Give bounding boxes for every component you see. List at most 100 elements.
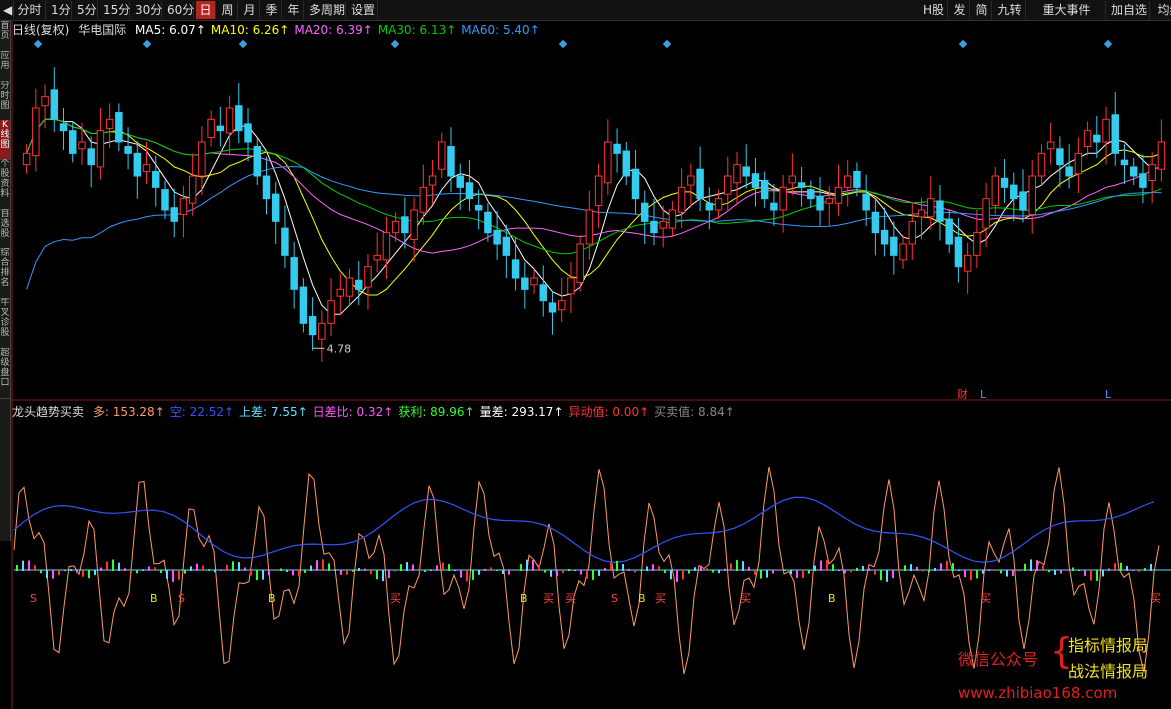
indicator-bar xyxy=(508,570,510,575)
indicator-bar xyxy=(748,567,750,571)
candle-body xyxy=(1120,159,1129,166)
indicator-bar xyxy=(208,569,210,571)
candle-body xyxy=(1148,164,1156,182)
indicator-bar xyxy=(310,565,312,571)
indicator-bar xyxy=(760,570,762,579)
indicator-bar xyxy=(844,570,846,574)
candle-body xyxy=(853,170,861,188)
indicator-bar xyxy=(562,570,564,573)
indicator-bar xyxy=(712,570,714,573)
candle-body xyxy=(244,123,252,143)
candle-body xyxy=(650,220,658,234)
indicator-value-7: 买卖值: 8.84↑ xyxy=(654,405,735,419)
candle-body xyxy=(714,198,723,211)
candle-body xyxy=(401,216,409,234)
event-marker-icon xyxy=(958,39,968,49)
candle-body xyxy=(161,189,169,211)
indicator-bar xyxy=(706,568,708,571)
indicator-bar xyxy=(352,570,354,572)
indicator-legend: 多: 153.28↑ 空: 22.52↑ 上差: 7.55↑ 日差比: 0.32↑ 获利… xyxy=(93,405,740,419)
candle-body xyxy=(152,170,160,188)
indicator-bar xyxy=(70,569,72,571)
signal-label-4: 买 xyxy=(390,592,401,605)
indicator-bar xyxy=(130,570,132,574)
candle-body xyxy=(871,211,880,234)
indicator-value-3: 日差比: 0.32↑ xyxy=(312,405,394,419)
indicator-bar xyxy=(1072,567,1074,571)
indicator-bar xyxy=(400,564,402,571)
indicator-bar xyxy=(370,570,372,575)
indicator-bar xyxy=(808,570,810,574)
indicator-bar xyxy=(820,560,822,571)
candle-body xyxy=(428,175,437,186)
indicator-bar xyxy=(496,569,498,571)
indicator-bar xyxy=(676,570,678,582)
indicator-bar xyxy=(1054,570,1056,575)
indicator-bar xyxy=(838,569,840,571)
candle-body xyxy=(899,243,907,261)
low-price-label: 4.78 xyxy=(327,342,352,355)
candle-body xyxy=(318,322,326,340)
candle-body xyxy=(917,209,926,218)
candle-body xyxy=(308,316,317,336)
indicator-bar xyxy=(886,570,888,582)
candle-body xyxy=(142,164,151,172)
indicator-bar xyxy=(754,570,756,575)
candle-body xyxy=(1037,152,1046,177)
signal-label-5: B xyxy=(520,592,528,605)
indicator-bar xyxy=(538,564,540,571)
indicator-bar xyxy=(388,570,390,578)
candle-body xyxy=(364,266,372,288)
candle-body xyxy=(410,209,418,240)
candle-body xyxy=(797,182,806,188)
watermark-url: www.zhibiao168.com xyxy=(958,684,1118,702)
indicator-bar xyxy=(868,568,870,571)
candle-body xyxy=(807,189,815,200)
candle-body xyxy=(1157,141,1166,170)
candle-body xyxy=(1093,134,1101,143)
indicator-bar xyxy=(892,570,894,579)
candle-body xyxy=(327,300,335,324)
candle-body xyxy=(133,152,142,177)
candle-body xyxy=(834,186,843,204)
indicator-value-6: 异动值: 0.00↑ xyxy=(568,405,650,419)
indicator-bar xyxy=(586,570,588,579)
indicator-bar xyxy=(766,570,768,578)
indicator-bar xyxy=(904,565,906,571)
indicator-bar xyxy=(184,570,186,574)
indicator-bar xyxy=(568,568,570,571)
candle-body xyxy=(69,130,77,154)
candle-body xyxy=(613,143,621,154)
candle-body xyxy=(788,175,797,184)
indicator-name[interactable]: 龙头趋势买卖 xyxy=(12,405,84,419)
indicator-bar xyxy=(526,559,528,571)
candle-body xyxy=(115,112,123,143)
indicator-bar xyxy=(94,570,96,576)
indicator-bar xyxy=(262,570,264,580)
candle-body xyxy=(262,175,271,200)
chart-marker-2: L xyxy=(1105,388,1112,401)
candle-body xyxy=(299,286,308,324)
indicator-bar xyxy=(1042,565,1044,571)
indicator-bar xyxy=(730,563,732,571)
candle-body xyxy=(936,200,944,222)
indicator-bar xyxy=(274,569,276,571)
candle-body xyxy=(87,148,95,166)
chart-marker-0: 财 xyxy=(957,387,968,401)
indicator-bar xyxy=(1132,569,1134,571)
candle-body xyxy=(511,259,520,279)
indicator-bar xyxy=(544,570,546,573)
candlestick-chart[interactable]: 4.78财 L LS B S B 买 B 买买 S B 买买 B 买买 xyxy=(0,0,1171,709)
indicator-bar xyxy=(796,570,798,578)
indicator-bar xyxy=(28,560,30,571)
indicator-bar xyxy=(1018,570,1020,572)
indicator-bar xyxy=(226,564,228,571)
indicator-bar xyxy=(328,563,330,571)
signal-label-1: B xyxy=(150,592,158,605)
indicator-bar xyxy=(454,569,456,571)
indicator-bar xyxy=(286,570,288,572)
indicator-bar xyxy=(142,569,144,571)
candle-body xyxy=(253,146,261,177)
indicator-bar xyxy=(298,570,300,577)
event-marker-icon xyxy=(558,39,568,49)
